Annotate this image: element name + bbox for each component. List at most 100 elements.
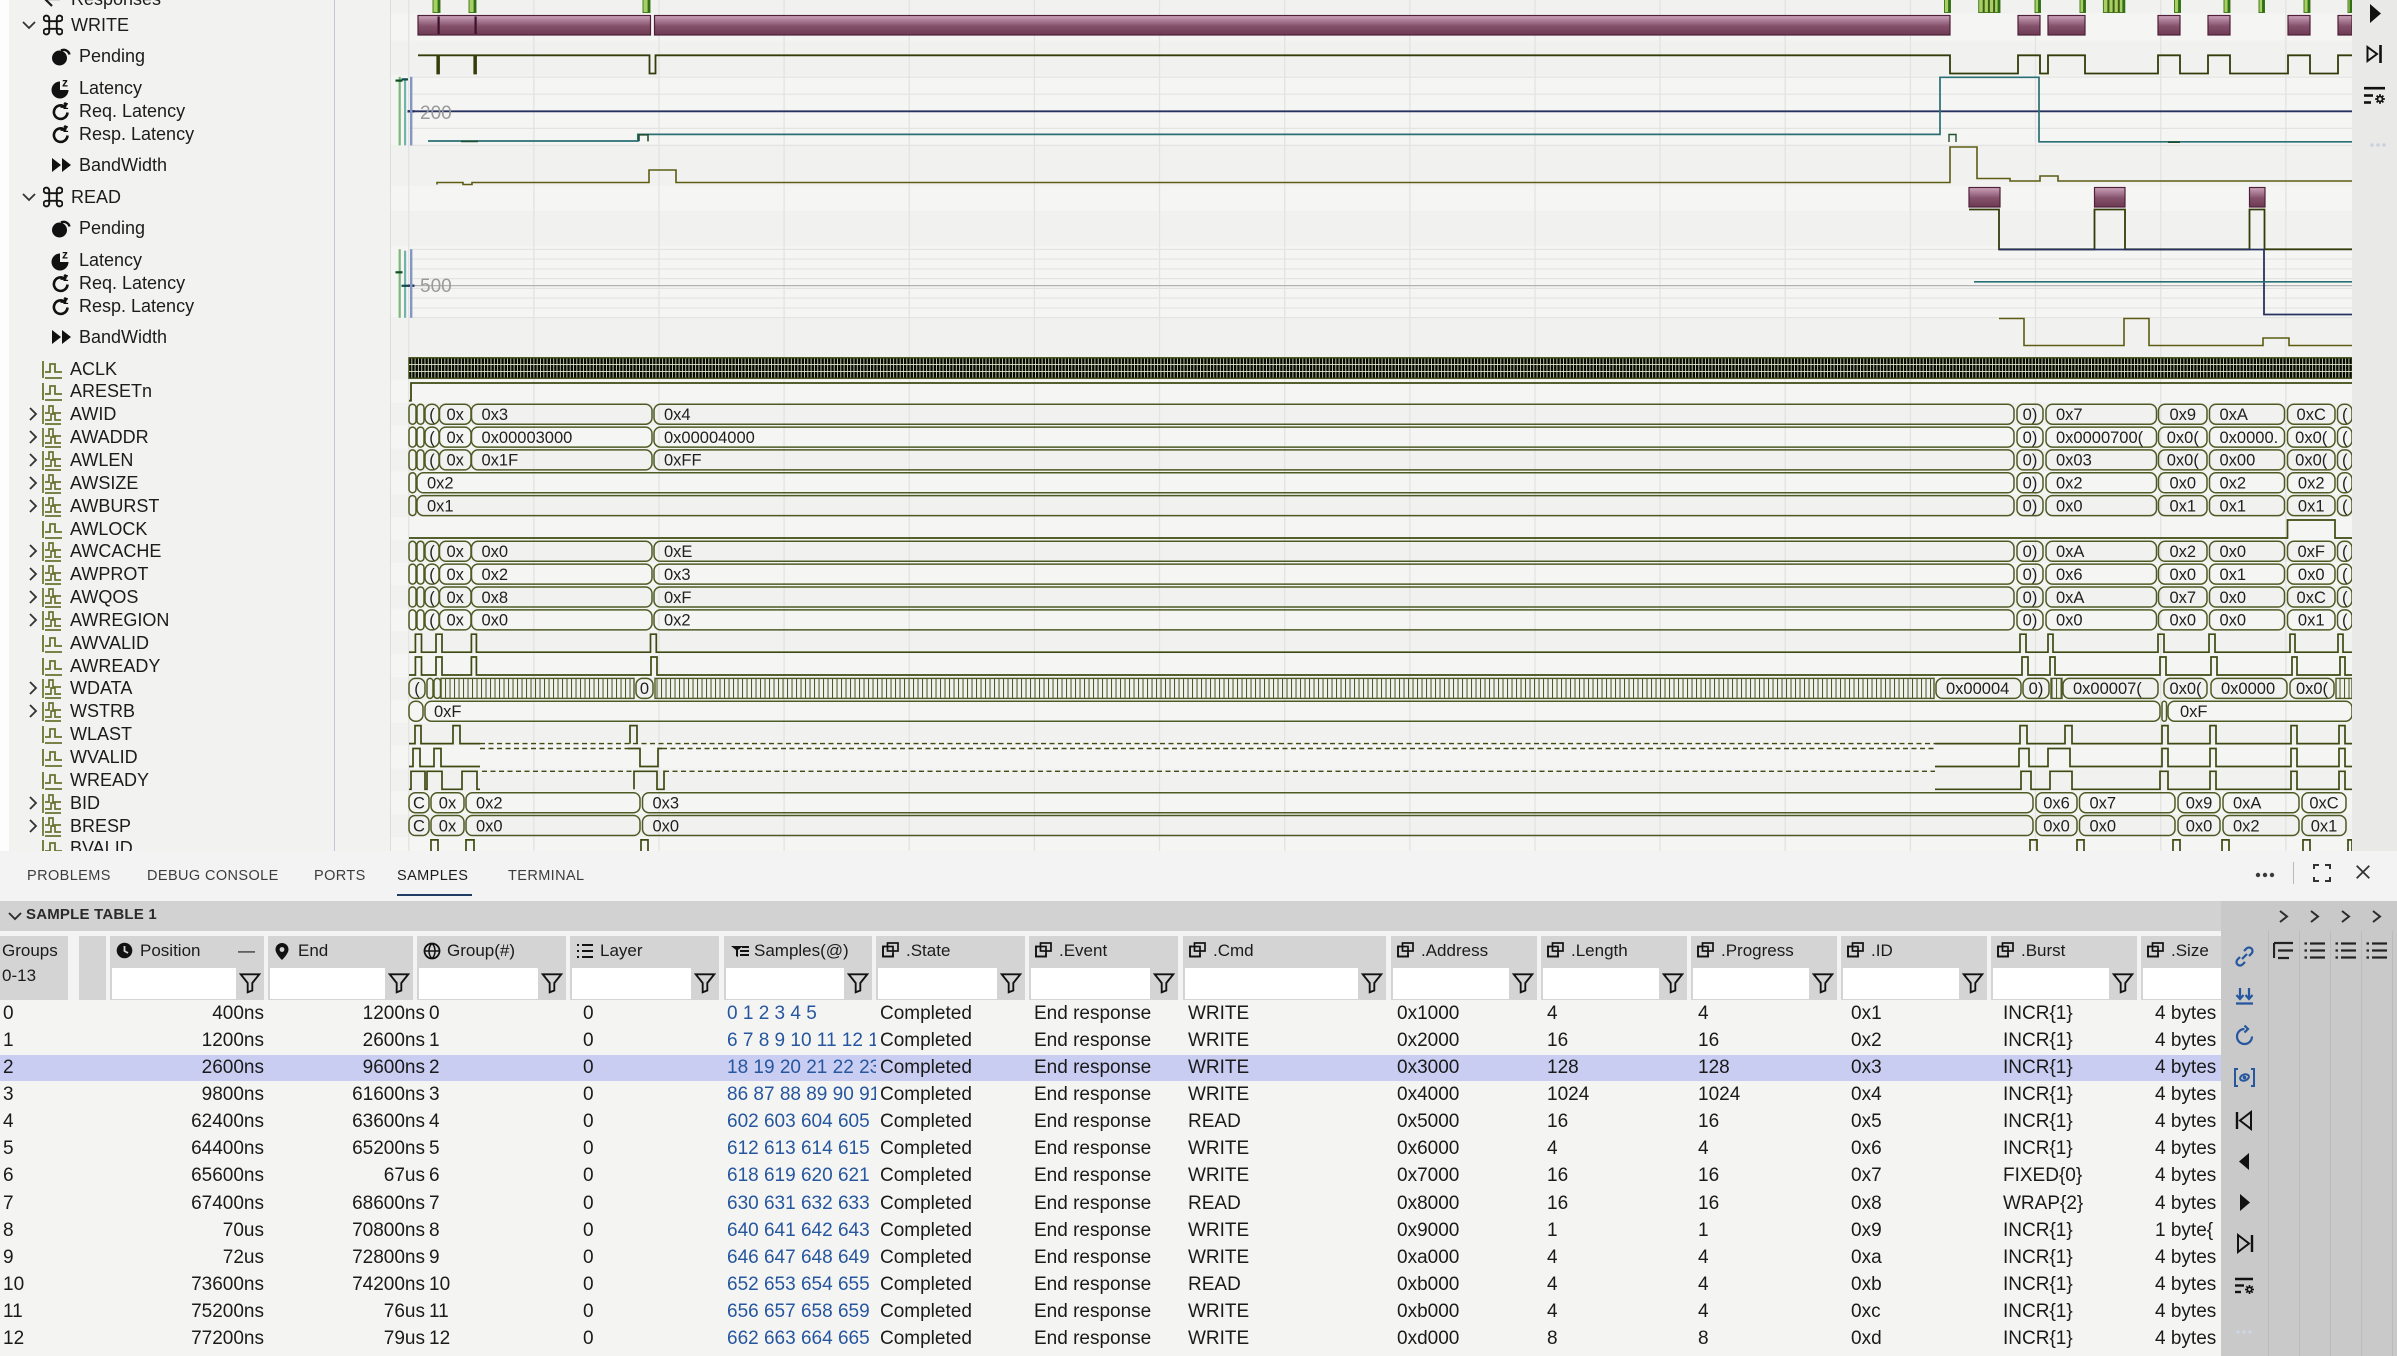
svg-text:(: ( [429, 406, 435, 424]
svg-text:0xFF: 0xFF [664, 452, 702, 470]
svg-text:0xF: 0xF [434, 703, 462, 721]
svg-text:(: ( [429, 566, 435, 584]
svg-text:z: z [63, 100, 69, 112]
svg-text:z: z [62, 249, 68, 262]
svg-text:500: 500 [420, 276, 452, 297]
svg-text:0x0: 0x0 [2220, 612, 2247, 630]
svg-text:0xC: 0xC [2309, 795, 2338, 813]
svg-text:(: ( [2342, 589, 2348, 607]
svg-text:0x3: 0x3 [653, 795, 680, 813]
svg-text:0x: 0x [439, 795, 457, 813]
svg-text:(: ( [429, 452, 435, 470]
svg-text:z: z [63, 123, 69, 135]
svg-text:(: ( [429, 612, 435, 630]
svg-text:0): 0) [2023, 452, 2038, 470]
svg-text:z: z [63, 295, 69, 307]
svg-text:0x: 0x [446, 429, 464, 447]
svg-text:0x0: 0x0 [653, 817, 680, 835]
svg-text:0xF: 0xF [2180, 703, 2208, 721]
svg-text:0x0(: 0x0( [2169, 680, 2202, 698]
svg-text:0x9: 0x9 [2186, 795, 2213, 813]
svg-text:0x4: 0x4 [664, 406, 691, 424]
svg-text:0x: 0x [446, 566, 464, 584]
svg-text:0x6: 0x6 [2056, 566, 2083, 584]
svg-text:0x0: 0x0 [2298, 566, 2325, 584]
svg-text:0x0: 0x0 [2056, 497, 2083, 515]
svg-text:0x0: 0x0 [482, 612, 509, 630]
svg-text:0x00007(: 0x00007( [2073, 680, 2142, 698]
svg-text:(: ( [2342, 612, 2348, 630]
svg-text:z: z [62, 77, 68, 90]
svg-text:0xE: 0xE [664, 543, 692, 561]
svg-text:0x2: 0x2 [2169, 543, 2196, 561]
svg-text:0xA: 0xA [2056, 543, 2084, 561]
svg-text:0): 0) [2023, 612, 2038, 630]
svg-text:0x0(: 0x0( [2167, 452, 2200, 470]
svg-text:0): 0) [2023, 429, 2038, 447]
svg-text:0xC: 0xC [2297, 406, 2326, 424]
svg-text:0x2: 0x2 [664, 612, 691, 630]
svg-text:0x1: 0x1 [2220, 566, 2247, 584]
svg-text:0x0: 0x0 [2169, 475, 2196, 493]
svg-text:0xA: 0xA [2233, 795, 2261, 813]
svg-text:0): 0) [2029, 680, 2044, 698]
svg-text:200: 200 [420, 103, 452, 124]
svg-text:0x1: 0x1 [2220, 497, 2247, 515]
svg-text:(: ( [2342, 566, 2348, 584]
svg-text:0): 0) [2023, 566, 2038, 584]
svg-text:0x8: 0x8 [482, 589, 509, 607]
svg-text:0x1F: 0x1F [482, 452, 519, 470]
svg-text:(: ( [414, 680, 420, 698]
svg-text:0x0: 0x0 [2043, 817, 2070, 835]
svg-text:0x0(: 0x0( [2167, 429, 2200, 447]
svg-text:0x3: 0x3 [664, 566, 691, 584]
svg-text:0xA: 0xA [2056, 589, 2084, 607]
svg-text:0x00004: 0x00004 [1946, 680, 2009, 698]
svg-text:0: 0 [640, 680, 649, 698]
svg-text:0x: 0x [446, 406, 464, 424]
svg-text:0x1: 0x1 [427, 497, 454, 515]
svg-text:0x00: 0x00 [2220, 452, 2256, 470]
svg-text:0x6: 0x6 [2043, 795, 2070, 813]
svg-text:0x: 0x [446, 589, 464, 607]
svg-text:0x0(: 0x0( [2296, 680, 2329, 698]
svg-text:(: ( [2342, 406, 2348, 424]
svg-text:0x: 0x [446, 452, 464, 470]
svg-text:0): 0) [2023, 543, 2038, 561]
svg-text:C: C [413, 795, 425, 813]
svg-text:0x0: 0x0 [2169, 566, 2196, 584]
svg-text:0x0000.: 0x0000. [2220, 429, 2279, 447]
svg-text:0): 0) [2023, 475, 2038, 493]
svg-text:0x0: 0x0 [482, 543, 509, 561]
svg-text:0x0(: 0x0( [2295, 429, 2328, 447]
svg-text:0x: 0x [446, 612, 464, 630]
svg-text:0x3: 0x3 [482, 406, 509, 424]
svg-text:0x00004000: 0x00004000 [664, 429, 755, 447]
svg-text:0x0: 0x0 [2056, 612, 2083, 630]
svg-text:(: ( [2342, 429, 2348, 447]
svg-text:0x0(: 0x0( [2295, 452, 2328, 470]
svg-text:(: ( [429, 543, 435, 561]
svg-text:0xF: 0xF [664, 589, 692, 607]
svg-text:0x9: 0x9 [2169, 406, 2196, 424]
svg-text:0x0: 0x0 [2186, 817, 2213, 835]
svg-text:0x2: 0x2 [2298, 475, 2325, 493]
svg-text:0xF: 0xF [2297, 543, 2325, 561]
svg-text:0x00003000: 0x00003000 [482, 429, 573, 447]
svg-text:0x2: 0x2 [427, 475, 454, 493]
svg-text:0x1: 0x1 [2298, 612, 2325, 630]
svg-text:0x1: 0x1 [2298, 497, 2325, 515]
svg-text:0x2: 0x2 [476, 795, 503, 813]
svg-text:0x0: 0x0 [2169, 612, 2196, 630]
svg-text:0x1: 0x1 [2311, 817, 2338, 835]
svg-text:0x0: 0x0 [2220, 543, 2247, 561]
svg-text:0): 0) [2023, 497, 2038, 515]
svg-text:(: ( [2342, 452, 2348, 470]
svg-text:0x2: 0x2 [2220, 475, 2247, 493]
svg-text:0x2: 0x2 [482, 566, 509, 584]
svg-text:0x2: 0x2 [2233, 817, 2260, 835]
svg-text:(: ( [2342, 475, 2348, 493]
svg-text:0): 0) [2023, 589, 2038, 607]
svg-text:0x7: 0x7 [2169, 589, 2196, 607]
svg-text:0x03: 0x03 [2056, 452, 2092, 470]
